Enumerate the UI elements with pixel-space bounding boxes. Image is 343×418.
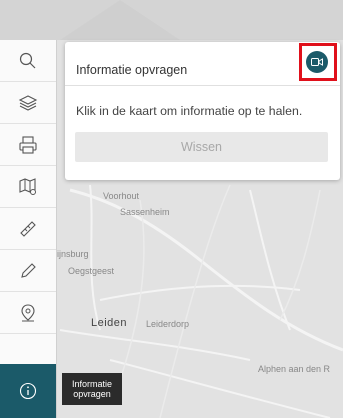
print-tool-button[interactable]: [0, 124, 56, 166]
map-label-leiden: Leiden: [91, 317, 128, 329]
tooltip-line-2: opvragen: [73, 389, 111, 399]
search-icon: [19, 52, 36, 68]
map-label-rijnsburg: ijnsburg: [57, 249, 89, 259]
print-icon: [19, 135, 37, 154]
layers-icon: [18, 94, 38, 111]
draw-tool-button[interactable]: [0, 250, 56, 292]
map-label-alphen: Alphen aan den R: [258, 364, 331, 374]
map-label-voorhout: Voorhout: [103, 191, 140, 201]
map-settings-tool-button[interactable]: [0, 166, 56, 208]
info-tool-button[interactable]: [0, 364, 56, 418]
panel-divider: [65, 85, 340, 86]
tooltip: Informatie opvragen: [62, 373, 122, 405]
sidebar-toolbar: [0, 40, 57, 418]
map-label-oegstgeest: Oegstgeest: [68, 266, 115, 276]
panel-instruction: Klik in de kaart om informatie op te hal…: [76, 104, 303, 118]
map-label-leiderdorp: Leiderdorp: [146, 319, 190, 329]
tooltip-line-1: Informatie: [71, 379, 113, 389]
clear-button[interactable]: Wissen: [75, 132, 328, 162]
search-tool-button[interactable]: [0, 40, 56, 82]
ruler-icon: [20, 220, 36, 237]
map-settings-icon: [19, 177, 36, 195]
location-pin-icon: [21, 303, 35, 321]
layers-tool-button[interactable]: [0, 82, 56, 124]
info-icon: [19, 382, 37, 400]
panel-title: Informatie opvragen: [76, 63, 188, 77]
location-tool-button[interactable]: [0, 292, 56, 334]
pencil-icon: [21, 262, 36, 278]
measure-tool-button[interactable]: [0, 208, 56, 250]
map-label-sassenheim: Sassenheim: [120, 207, 170, 217]
highlight-box: [299, 43, 337, 81]
